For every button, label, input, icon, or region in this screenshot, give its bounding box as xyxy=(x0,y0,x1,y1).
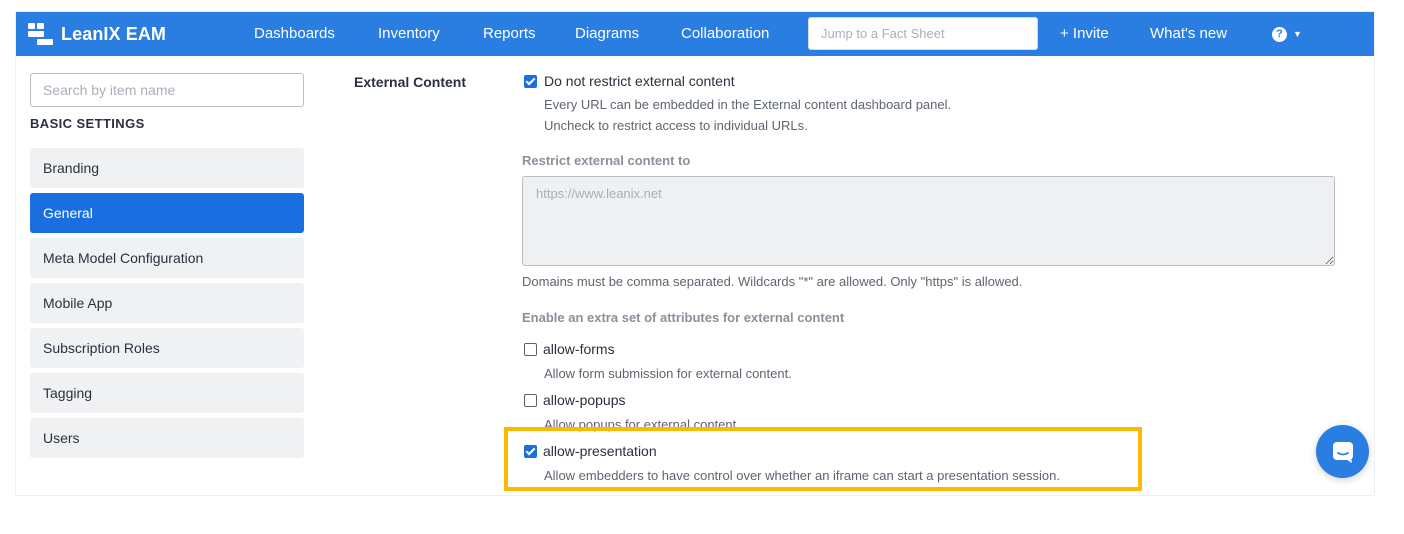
whats-new-link[interactable]: What's new xyxy=(1150,12,1227,56)
unrestricted-label[interactable]: Do not restrict external content xyxy=(544,73,735,89)
sidebar-item-mobile-app[interactable]: Mobile App xyxy=(30,283,304,323)
nav-diagrams[interactable]: Diagrams xyxy=(575,12,639,56)
chat-bubble-icon xyxy=(1332,441,1353,463)
leanix-logo-icon xyxy=(28,23,53,45)
nav-dashboards[interactable]: Dashboards xyxy=(254,12,335,56)
unrestricted-help-line-1: Every URL can be embedded in the Externa… xyxy=(544,97,952,112)
allow-forms-checkbox[interactable] xyxy=(524,343,537,356)
sidebar-item-subscription-roles[interactable]: Subscription Roles xyxy=(30,328,304,368)
unrestricted-help-line-2: Uncheck to restrict access to individual… xyxy=(544,118,808,133)
sidebar-item-users[interactable]: Users xyxy=(30,418,304,458)
nav-collaboration[interactable]: Collaboration xyxy=(681,12,769,56)
allow-presentation-checkbox[interactable] xyxy=(524,445,537,458)
sidebar-item-meta-model-configuration[interactable]: Meta Model Configuration xyxy=(30,238,304,278)
allow-presentation-label[interactable]: allow-presentation xyxy=(543,443,657,459)
restrict-urls-textarea[interactable] xyxy=(522,176,1335,266)
help-circle-icon: ? xyxy=(1272,26,1287,42)
chat-bubble-button[interactable] xyxy=(1316,425,1369,478)
top-navbar: LeanIX EAM Dashboards Inventory Reports … xyxy=(16,12,1374,56)
chevron-down-icon: ▼ xyxy=(1293,29,1302,39)
logo[interactable]: LeanIX EAM xyxy=(28,22,166,46)
allow-popups-description: Allow popups for external content. xyxy=(544,417,740,432)
allow-forms-description: Allow form submission for external conte… xyxy=(544,366,792,381)
restrict-help: Domains must be comma separated. Wildcar… xyxy=(522,274,1023,289)
invite-button[interactable]: + Invite xyxy=(1060,12,1109,56)
app-window: LeanIX EAM Dashboards Inventory Reports … xyxy=(16,12,1374,495)
allow-popups-label[interactable]: allow-popups xyxy=(543,392,626,408)
sidebar-item-general[interactable]: General xyxy=(30,193,304,233)
restrict-label: Restrict external content to xyxy=(522,153,691,168)
sidebar-item-tagging[interactable]: Tagging xyxy=(30,373,304,413)
unrestricted-checkbox[interactable] xyxy=(524,75,537,88)
attributes-label: Enable an extra set of attributes for ex… xyxy=(522,310,845,325)
logo-text: LeanIX EAM xyxy=(61,23,167,44)
allow-popups-checkbox[interactable] xyxy=(524,394,537,407)
nav-inventory[interactable]: Inventory xyxy=(378,12,440,56)
allow-presentation-description: Allow embedders to have control over whe… xyxy=(544,468,1060,483)
sidebar-search-input[interactable] xyxy=(30,73,304,107)
section-title: External Content xyxy=(354,74,467,90)
sidebar-heading: BASIC SETTINGS xyxy=(30,116,145,131)
help-menu[interactable]: ? ▼ xyxy=(1272,12,1302,56)
allow-forms-label[interactable]: allow-forms xyxy=(543,341,615,357)
nav-reports[interactable]: Reports xyxy=(483,12,536,56)
sidebar-item-branding[interactable]: Branding xyxy=(30,148,304,188)
jump-to-fact-sheet-input[interactable] xyxy=(808,17,1038,50)
